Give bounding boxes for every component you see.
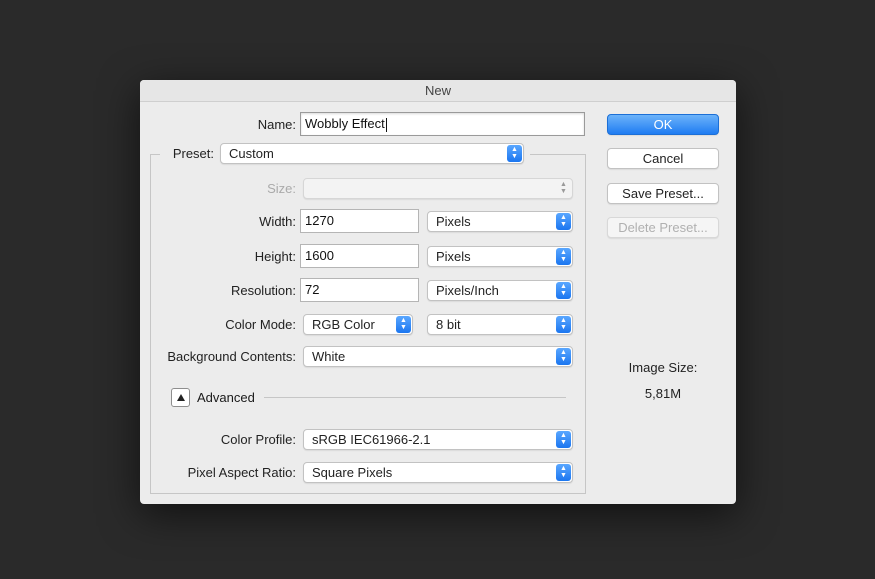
preset-value: Custom (229, 146, 274, 161)
pixel-aspect-ratio-select[interactable]: Square Pixels ▲ ▼ (303, 462, 573, 483)
new-document-dialog: New Name: Wobbly Effect Preset: Custom ▲… (140, 80, 736, 504)
chevron-updown-icon: ▲ ▼ (556, 316, 571, 333)
height-input[interactable]: 1600 (300, 244, 419, 268)
width-input[interactable]: 1270 (300, 209, 419, 233)
height-label: Height: (254, 249, 296, 264)
resolution-input[interactable]: 72 (300, 278, 419, 302)
name-input[interactable]: Wobbly Effect (300, 112, 585, 136)
width-label: Width: (259, 214, 296, 229)
background-contents-label: Background Contents: (167, 349, 296, 364)
chevron-updown-icon: ▲ ▼ (556, 464, 571, 481)
size-label: Size: (267, 181, 296, 196)
background-contents-value: White (312, 349, 346, 364)
pixel-aspect-ratio-value: Square Pixels (312, 465, 393, 480)
color-mode-label: Color Mode: (225, 317, 296, 332)
bit-depth-select[interactable]: 8 bit ▲ ▼ (427, 314, 573, 335)
image-size-value: 5,81M (644, 386, 682, 401)
color-profile-value: sRGB IEC61966-2.1 (312, 432, 431, 447)
ok-button[interactable]: OK (607, 114, 719, 135)
color-mode-value: RGB Color (312, 317, 375, 332)
advanced-toggle-button[interactable] (171, 388, 190, 407)
height-unit-value: Pixels (436, 249, 471, 264)
color-mode-select[interactable]: RGB Color ▲ ▼ (303, 314, 413, 335)
cancel-button[interactable]: Cancel (607, 148, 719, 169)
size-select: ▲ ▼ (303, 178, 573, 199)
bit-depth-value: 8 bit (436, 317, 461, 332)
advanced-label: Advanced (197, 390, 255, 405)
dialog-title: New (140, 80, 736, 102)
chevron-updown-icon: ▲ ▼ (507, 145, 522, 162)
triangle-up-icon (177, 394, 185, 401)
name-value: Wobbly Effect (305, 116, 385, 131)
chevron-updown-icon: ▲ ▼ (556, 248, 571, 265)
chevron-updown-icon: ▲ ▼ (556, 431, 571, 448)
color-profile-label: Color Profile: (220, 432, 296, 447)
text-caret (385, 117, 387, 132)
chevron-updown-icon: ▲ ▼ (556, 348, 571, 365)
name-label: Name: (257, 117, 296, 132)
advanced-divider (264, 397, 566, 398)
width-unit-value: Pixels (436, 214, 471, 229)
save-preset-button[interactable]: Save Preset... (607, 183, 719, 204)
color-profile-select[interactable]: sRGB IEC61966-2.1 ▲ ▼ (303, 429, 573, 450)
pixel-aspect-ratio-label: Pixel Aspect Ratio: (187, 465, 296, 480)
image-size-label: Image Size: (628, 360, 698, 375)
height-unit-select[interactable]: Pixels ▲ ▼ (427, 246, 573, 267)
preset-select[interactable]: Custom ▲ ▼ (220, 143, 524, 164)
resolution-unit-value: Pixels/Inch (436, 283, 499, 298)
chevron-updown-icon: ▲ ▼ (560, 181, 567, 195)
background-contents-select[interactable]: White ▲ ▼ (303, 346, 573, 367)
chevron-updown-icon: ▲ ▼ (396, 316, 411, 333)
delete-preset-button: Delete Preset... (607, 217, 719, 238)
resolution-label: Resolution: (230, 283, 296, 298)
width-unit-select[interactable]: Pixels ▲ ▼ (427, 211, 573, 232)
chevron-updown-icon: ▲ ▼ (556, 282, 571, 299)
preset-label: Preset: (172, 146, 214, 161)
chevron-updown-icon: ▲ ▼ (556, 213, 571, 230)
resolution-unit-select[interactable]: Pixels/Inch ▲ ▼ (427, 280, 573, 301)
